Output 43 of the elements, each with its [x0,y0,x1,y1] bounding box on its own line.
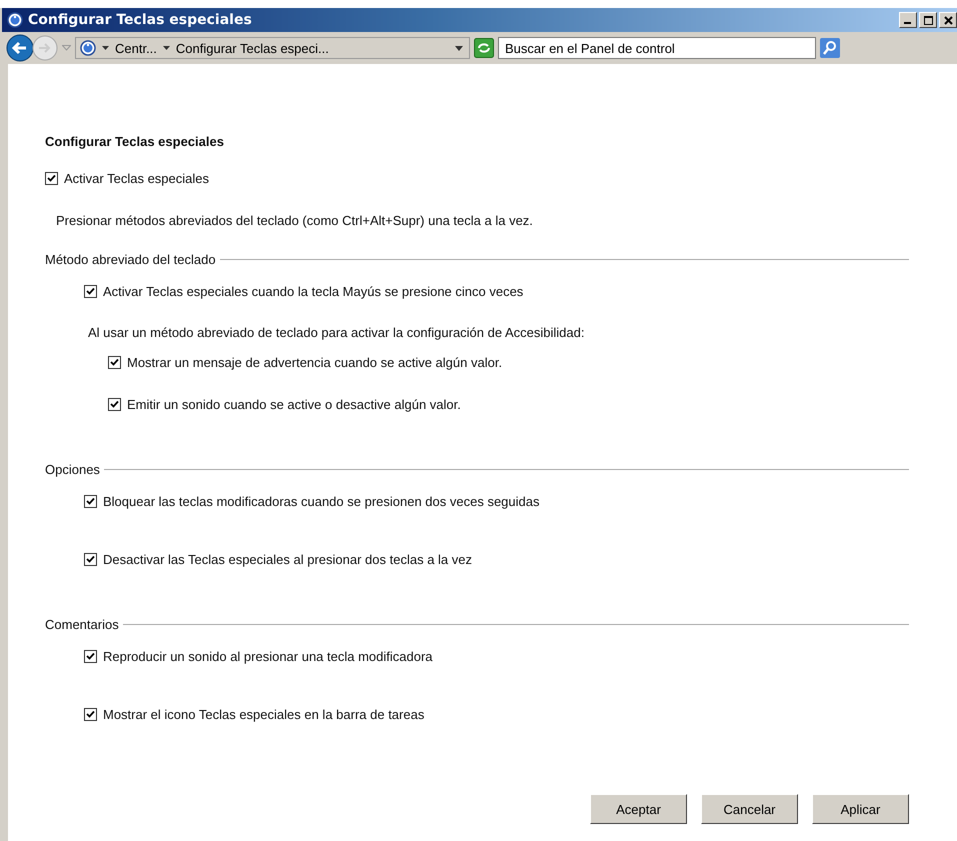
page-heading: Configurar Teclas especiales [45,134,225,149]
refresh-icon[interactable] [474,38,494,58]
dialog-button[interactable]: Aplicar [812,794,909,824]
checkbox[interactable] [84,284,97,298]
dropdown-icon[interactable] [455,46,463,50]
note-text: Al usar un método abreviado de teclado para activar la configuración de Accesibilidad: [88,325,586,340]
search-field[interactable]: Buscar en el Panel de control [498,37,816,59]
checkbox-label[interactable]: Bloquear las teclas modificadoras cuando se presionen dos veces seguidas [103,494,540,508]
section-title: Comentarios [45,617,119,632]
search-icon[interactable] [820,38,840,58]
checkbox[interactable] [45,172,58,184]
checkbox-label[interactable]: Mostrar un mensaje de advertencia cuando se active algún valor. [127,354,502,370]
checkbox-label[interactable]: Activar Teclas especiales cuando la tecla Mayús se presione cinco veces [103,284,524,298]
close-button[interactable] [939,12,957,28]
address-bar[interactable]: Centr... Configurar Teclas especi... [75,37,470,59]
checkbox-label[interactable]: Activar Teclas especiales [64,170,209,186]
close-icon [944,16,952,24]
checkbox-label[interactable]: Emitir un sonido cuando se active o desactive algún valor. [127,396,461,412]
caret-icon[interactable] [102,46,109,50]
section-title: Opciones [45,462,100,477]
checkbox-label[interactable]: Reproducir un sonido al presionar una tecla modificadora [103,648,433,664]
breadcrumb[interactable]: Centr... [115,40,157,56]
minimize-button[interactable] [899,12,917,28]
dialog-button[interactable]: Aceptar [590,794,687,824]
accessibility-icon [80,40,96,56]
checkbox[interactable] [108,398,121,410]
section-title: Método abreviado del teclado [45,252,216,267]
checkbox[interactable] [84,708,97,720]
accessibility-icon [7,12,23,28]
checkbox-label[interactable]: Mostrar el icono Teclas especiales en la barra de tareas [103,706,424,722]
checkbox-label[interactable]: Desactivar las Teclas especiales al presionar dos teclas a la vez [103,552,472,566]
checkbox[interactable] [84,494,97,508]
dialog-button[interactable]: Cancelar [701,794,798,824]
description-text: Presionar métodos abreviados del teclado (como Ctrl+Alt+Supr) una tecla a la vez. [56,213,534,228]
back-icon[interactable] [6,34,34,62]
checkbox[interactable] [108,356,121,368]
maximize-icon [924,16,932,24]
checkbox[interactable] [84,650,97,662]
breadcrumb[interactable]: Configurar Teclas especi... [176,40,329,56]
checkbox[interactable] [84,552,97,566]
caret-icon[interactable] [162,46,170,50]
window-title: Configurar Teclas especiales [28,12,252,28]
maximize-button[interactable] [919,12,937,28]
